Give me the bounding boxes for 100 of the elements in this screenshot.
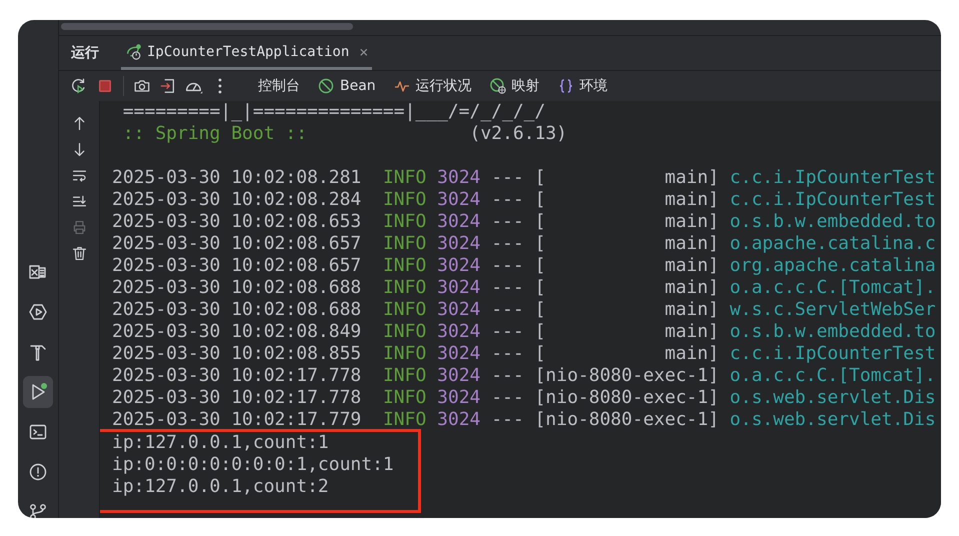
thread-name: [nio-8080-exec-1] [534, 409, 719, 430]
log-separator: --- [491, 189, 524, 210]
log-separator: --- [491, 211, 524, 232]
log-timestamp: 2025-03-30 10:02:08.688 [112, 299, 362, 320]
log-separator: --- [491, 233, 524, 254]
process-id: 3024 [437, 409, 480, 430]
log-separator: --- [491, 299, 524, 320]
close-tab-button[interactable]: × [359, 42, 368, 60]
log-level: INFO [382, 365, 426, 386]
no-entry-icon [318, 78, 334, 94]
output-line: ip:127.0.0.1,count:1 [112, 432, 329, 453]
log-timestamp: 2025-03-30 10:02:08.284 [112, 189, 362, 210]
process-id: 3024 [437, 343, 480, 364]
thread-name: [nio-8080-exec-1] [534, 387, 719, 408]
logger-name: c.c.i.IpCounterTest [730, 343, 936, 364]
warning-circle-icon [28, 462, 48, 482]
thread-name: [ main] [534, 255, 719, 276]
log-timestamp: 2025-03-30 10:02:17.778 [112, 365, 362, 386]
log-level: INFO [382, 189, 426, 210]
scrollbar[interactable] [61, 23, 353, 30]
thread-name: [ main] [534, 299, 719, 320]
exit-icon [159, 77, 177, 95]
output-line: ip:0:0:0:0:0:0:0:1,count:1 [112, 454, 394, 475]
spring-run-icon [125, 42, 143, 60]
log-level: INFO [382, 255, 426, 276]
log-timestamp: 2025-03-30 10:02:08.688 [112, 277, 362, 298]
log-separator: --- [491, 277, 524, 298]
run-tab[interactable]: IpCounterTestApplication × [121, 36, 372, 70]
process-id: 3024 [437, 255, 480, 276]
logger-name: o.s.web.servlet.Dis [730, 409, 936, 430]
hexagon-play-icon [28, 302, 48, 322]
log-separator: --- [491, 365, 524, 386]
log-timestamp: 2025-03-30 10:02:08.653 [112, 211, 362, 232]
thread-name: [ main] [534, 321, 719, 342]
log-separator: --- [491, 321, 524, 342]
log-separator: --- [491, 255, 524, 276]
view-tab[interactable]: 控制台 [252, 74, 306, 98]
view-tab[interactable]: 运行状况 [388, 74, 478, 98]
log-level: INFO [382, 343, 426, 364]
thread-name: [ main] [534, 277, 719, 298]
log-timestamp: 2025-03-30 10:02:08.849 [112, 321, 362, 342]
log-level: INFO [382, 409, 426, 430]
log-timestamp: 2025-03-30 10:02:17.779 [112, 409, 362, 430]
log-timestamp: 2025-03-30 10:02:08.281 [112, 167, 362, 188]
more-icon [217, 77, 223, 95]
log-level: INFO [382, 299, 426, 320]
logger-name: c.c.i.IpCounterTest [730, 189, 936, 210]
log-level: INFO [382, 211, 426, 232]
thread-name: [ main] [534, 167, 719, 188]
log-separator: --- [491, 167, 524, 188]
process-id: 3024 [437, 211, 480, 232]
log-timestamp: 2025-03-30 10:02:08.657 [112, 233, 362, 254]
logger-name: c.c.i.IpCounterTest [730, 167, 936, 188]
output-line: ip:127.0.0.1,count:2 [112, 476, 329, 497]
logger-name: o.a.c.c.C.[Tomcat]. [730, 277, 936, 298]
logger-name: o.a.c.c.C.[Tomcat]. [730, 365, 936, 386]
log-level: INFO [382, 277, 426, 298]
view-tab[interactable]: 映射 [484, 74, 546, 98]
logger-name: org.apache.catalina [730, 255, 936, 276]
trash-icon [70, 245, 88, 262]
thread-name: [nio-8080-exec-1] [534, 365, 719, 386]
process-id: 3024 [437, 167, 480, 188]
process-id: 3024 [437, 387, 480, 408]
log-level: INFO [382, 167, 426, 188]
banner-title: :: Spring Boot :: [122, 123, 308, 144]
logger-name: o.s.web.servlet.Dis [730, 387, 936, 408]
logger-name: w.s.c.ServletWebSer [730, 299, 936, 320]
braces-icon [558, 78, 574, 94]
log-separator: --- [491, 343, 524, 364]
process-id: 3024 [437, 299, 480, 320]
logger-name: o.s.b.w.embedded.to [730, 211, 936, 232]
log-level: INFO [382, 387, 426, 408]
process-id: 3024 [437, 365, 480, 386]
panel-title: 运行 [71, 44, 99, 62]
log-separator: --- [491, 409, 524, 430]
terminal-icon [28, 422, 48, 442]
process-id: 3024 [437, 189, 480, 210]
thread-name: [ main] [534, 211, 719, 232]
globe-badge-icon [490, 78, 506, 94]
thread-name: [ main] [534, 343, 719, 364]
log-level: INFO [382, 321, 426, 342]
tool-window-button[interactable] [23, 376, 53, 408]
log-timestamp: 2025-03-30 10:02:17.778 [112, 387, 362, 408]
logger-name: o.apache.catalina.c [730, 233, 936, 254]
thread-name: [ main] [534, 189, 719, 210]
log-level: INFO [382, 233, 426, 254]
view-tab[interactable]: 环境 [552, 74, 614, 98]
stop-icon [97, 78, 113, 94]
log-timestamp: 2025-03-30 10:02:08.657 [112, 255, 362, 276]
view-tab[interactable]: Bean [312, 74, 382, 98]
process-id: 3024 [437, 233, 480, 254]
log-separator: --- [491, 387, 524, 408]
process-id: 3024 [437, 277, 480, 298]
logger-name: o.s.b.w.embedded.to [730, 321, 936, 342]
log-timestamp: 2025-03-30 10:02:08.855 [112, 343, 362, 364]
process-id: 3024 [437, 321, 480, 342]
git-branch-icon [28, 502, 48, 518]
thread-name: [ main] [534, 233, 719, 254]
version-label: (v2.6.13) [470, 123, 568, 144]
banner-art: =========|_|==============|___/=/_/_/_/ [122, 101, 546, 122]
